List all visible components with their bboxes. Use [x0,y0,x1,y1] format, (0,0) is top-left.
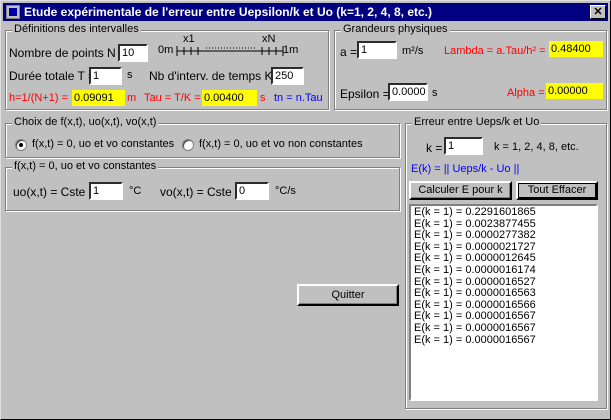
results-list[interactable]: E(k = 1) = 0.2291601865 E(k = 1) = 0.002… [409,204,598,401]
epsilon-label: Epsilon = [340,87,390,101]
ruler-1m: 1m [283,44,299,56]
ruler-0m: 0m [158,44,174,56]
error-group-label: Erreur entre Ueps/k et Uo [412,116,542,128]
constants-group-label: f(x,t) = 0, uo et vo constantes [12,160,159,172]
list-item[interactable]: E(k = 1) = 0.0000016567 [411,322,596,335]
physics-group-label: Grandeurs physiques [341,23,450,35]
epsilon-input[interactable]: 0.0000 [388,83,428,101]
tn-label: tn = n.Tau [274,92,323,104]
h-unit: m [127,92,137,104]
k-hint: k = 1, 2, 4, 8, etc. [494,141,579,153]
list-item[interactable]: E(k = 1) = 0.2291601865 [411,206,596,219]
intervals-group-label: Définitions des intervalles [12,23,141,35]
calculate-button[interactable]: Calculer E pour k [409,181,512,200]
close-icon[interactable]: ✕ [590,5,606,19]
lambda-label: Lambda = a.Tau/h² = [444,45,546,57]
t-input[interactable]: 1 [89,67,122,85]
vo-input[interactable]: 0 [235,182,269,200]
k-intervals-label: Nb d'interv. de temps K = [149,69,283,83]
uo-input[interactable]: 1 [89,182,123,200]
main-window: Etude expérimentale de l'erreur entre Ue… [0,0,611,420]
n-input[interactable]: 10 [118,44,148,62]
t-unit: s [127,69,133,81]
k-input[interactable]: 1 [444,137,483,155]
n-label: Nombre de points N = [9,46,127,60]
vo-unit: °C/s [275,185,296,197]
tau-label: Tau = T/K = [144,92,201,104]
clear-all-button[interactable]: Tout Effacer [516,181,598,200]
list-item[interactable]: E(k = 1) = 0.0000016174 [411,264,596,277]
t-label: Durée totale T = [9,69,95,83]
h-value: 0.09091 [72,90,125,106]
error-formula: E(k) = || Ueps/k - Uo || [411,163,520,175]
app-icon [6,5,20,19]
lambda-value: 0.48400 [549,41,603,57]
k-label: k = [426,141,443,155]
uo-label: uo(x,t) = Cste = [13,185,96,199]
uo-unit: °C [129,185,142,197]
title-bar: Etude expérimentale de l'erreur entre Ue… [3,3,608,21]
a-unit: m²/s [402,45,424,57]
radio-constant[interactable] [15,139,27,151]
h-label: h=1/(N+1) = [9,92,69,104]
radio-constant-label[interactable]: f(x,t) = 0, uo et vo constantes [32,138,174,150]
window-title: Etude expérimentale de l'erreur entre Ue… [24,5,432,19]
choice-group-label: Choix de f(x,t), uo(x,t), vo(x,t) [12,116,159,128]
ruler-line-icon [176,46,284,56]
alpha-label: Alpha = [507,87,545,99]
radio-non-constant[interactable] [182,139,194,151]
k-intervals-input[interactable]: 250 [271,67,304,85]
a-input[interactable]: 1 [357,41,397,59]
radio-non-constant-label[interactable]: f(x,t) = 0, uo et vo non constantes [199,138,363,150]
ruler-diagram: x1 xN 0m 1m [158,33,298,57]
tau-unit: s [260,92,266,104]
tau-value: 0.00400 [202,90,257,106]
list-item[interactable]: E(k = 1) = 0.0000016563 [411,288,596,300]
alpha-value: 0.00000 [546,83,603,99]
epsilon-unit: s [432,87,438,99]
vo-label: vo(x,t) = Cste = [160,185,243,199]
list-item[interactable]: E(k = 1) = 0.0000016567 [411,334,596,347]
quit-button[interactable]: Quitter [297,284,399,306]
a-label: a = [340,45,358,59]
